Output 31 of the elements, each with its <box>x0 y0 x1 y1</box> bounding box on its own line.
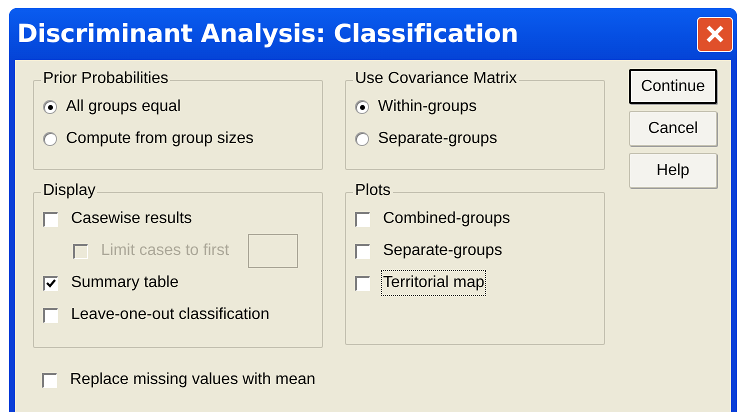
checkbox-label: Separate-groups <box>382 241 504 261</box>
checkbox-label: Casewise results <box>70 209 193 229</box>
checkbox-label: Summary table <box>70 273 180 293</box>
checkbox[interactable] <box>43 212 58 226</box>
close-button[interactable] <box>697 16 733 52</box>
checkbox-label: Combined-groups <box>382 209 512 229</box>
checkbox-label: Leave-one-out classification <box>70 305 270 325</box>
checkbox[interactable] <box>355 276 370 290</box>
radio-label: Separate-groups <box>378 129 498 149</box>
radio-button[interactable] <box>355 132 369 146</box>
radio-label: Compute from group sizes <box>66 129 254 149</box>
checkbox[interactable] <box>355 212 370 226</box>
checkmark-icon <box>46 279 56 288</box>
radio-label: Within-groups <box>378 97 477 117</box>
dialog-button[interactable]: Cancel <box>629 111 717 146</box>
dialog-button[interactable]: Continue <box>629 69 717 104</box>
window-title: Discriminant Analysis: Classification <box>17 18 518 50</box>
checkbox-label: Territorial map <box>382 271 486 295</box>
checkbox-label: Replace missing values with mean <box>69 370 316 390</box>
checkbox[interactable] <box>42 372 57 388</box>
dialog-button[interactable]: Help <box>629 153 717 188</box>
checkbox-label: Limit cases to first <box>100 241 230 261</box>
radio-label: All groups equal <box>66 97 181 117</box>
radio-button[interactable] <box>43 100 57 114</box>
checkbox[interactable] <box>43 308 58 322</box>
radio-button[interactable] <box>355 100 369 114</box>
close-icon <box>705 24 725 44</box>
checkbox[interactable] <box>43 276 58 290</box>
group-title: Display <box>41 181 98 201</box>
radio-button[interactable] <box>43 132 57 146</box>
checkbox[interactable] <box>355 244 370 258</box>
